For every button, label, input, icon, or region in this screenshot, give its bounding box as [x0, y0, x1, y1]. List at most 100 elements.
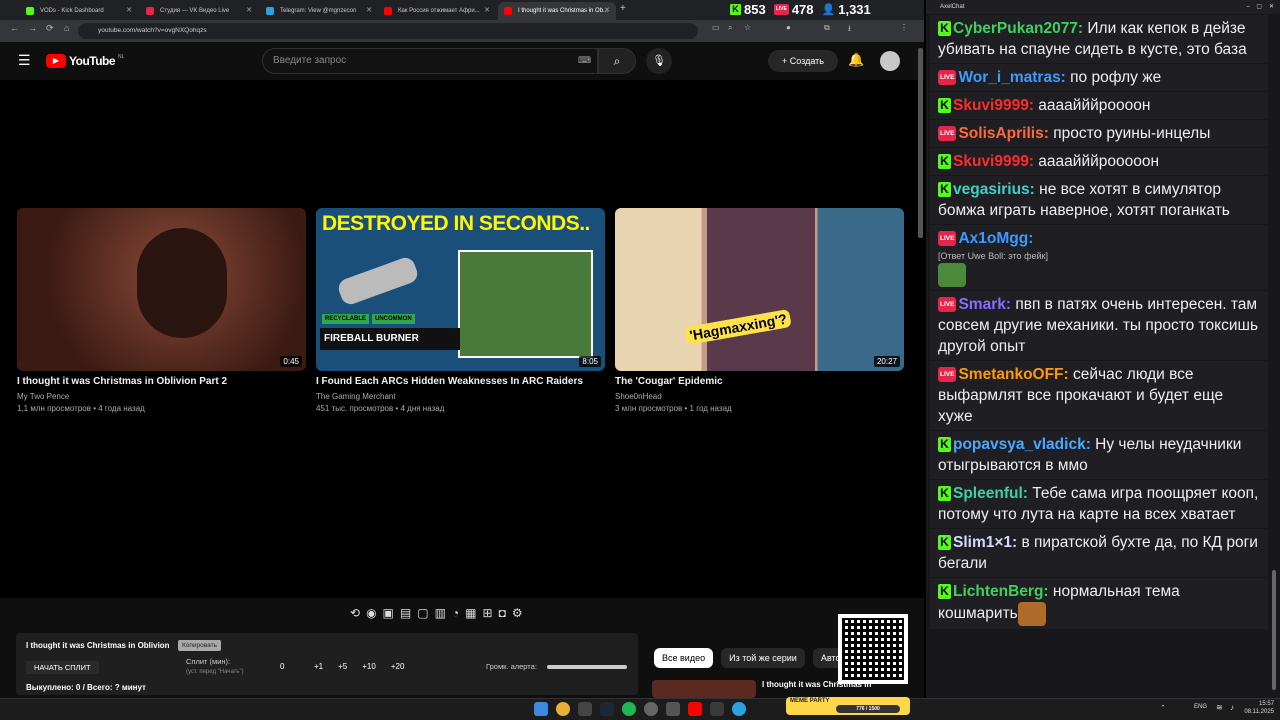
kick-source-icon: K [938, 154, 951, 170]
emote-icon [938, 263, 966, 287]
spotify-icon[interactable] [622, 702, 636, 716]
app-icon[interactable] [666, 702, 680, 716]
chat-username[interactable]: Ax1oMgg: [958, 230, 1033, 247]
home-icon[interactable]: ⌂ [64, 23, 69, 33]
new-tab-button[interactable]: + [620, 3, 626, 14]
video-meta: 451 тыс. просмотров • 4 дня назад [316, 404, 445, 413]
video-channel[interactable]: My Two Pence [17, 392, 69, 401]
chat-username[interactable]: Spleenful: [953, 485, 1028, 502]
close-tab-icon[interactable]: ✕ [126, 2, 132, 20]
youtube-icon[interactable] [688, 702, 702, 716]
telegram-icon[interactable] [732, 702, 746, 716]
settings-gear-icon[interactable]: ⚙ [512, 606, 523, 624]
tray-chevron-icon[interactable]: ⌃ [1160, 704, 1166, 712]
video-title[interactable]: I thought it was Christmas in Oblivion P… [17, 376, 227, 387]
extensions-puzzle-icon[interactable]: ⧉ [824, 23, 830, 33]
increment-20-button[interactable]: +20 [391, 662, 405, 671]
menu-kebab-icon[interactable]: ⋮ [900, 23, 908, 32]
increment-10-button[interactable]: +10 [362, 662, 376, 671]
app-icon[interactable] [578, 702, 592, 716]
video-title[interactable]: I Found Each ARCs Hidden Weaknesses In A… [316, 376, 583, 387]
chat-scrollbar[interactable] [1272, 570, 1276, 690]
chat-username[interactable]: vegasirius: [953, 181, 1035, 198]
voice-search-button[interactable]: 🎙 [646, 48, 672, 74]
chat-username[interactable]: Slim1×1: [953, 534, 1017, 551]
video-thumbnail-3[interactable]: 'Hagmaxxing'? 20:27 [615, 208, 904, 371]
increment-5-button[interactable]: +5 [338, 662, 347, 671]
download-icon[interactable]: ⭳ [848, 23, 851, 37]
copy-button[interactable]: Копировать [178, 640, 221, 651]
speed-icon[interactable]: ◔ [452, 606, 459, 624]
video-thumbnail-2[interactable]: DESTROYED IN SECONDS.. RECYCLABLE UNCOMM… [316, 208, 605, 371]
alert-volume-slider[interactable] [547, 665, 627, 669]
notifications-bell-icon[interactable]: 🔔 [848, 52, 864, 68]
chrome-icon[interactable] [556, 702, 570, 716]
chat-username[interactable]: Wor_i_matras: [958, 69, 1065, 86]
language-indicator[interactable]: ENG [1194, 704, 1207, 710]
chip-all-videos[interactable]: Все видео [654, 648, 714, 668]
hamburger-menu-icon[interactable]: ☰ [18, 52, 31, 69]
cast-icon[interactable]: ▭ [712, 23, 720, 32]
chat-username[interactable]: SmetankoOFF: [958, 366, 1068, 383]
back-icon[interactable]: ← [10, 23, 19, 33]
forward-icon[interactable]: → [28, 23, 37, 33]
bookmark-star-icon[interactable]: ☆ [744, 23, 751, 32]
chat-username[interactable]: CyberPukan2077: [953, 20, 1083, 37]
volume-icon[interactable]: ♪ [1230, 703, 1234, 712]
obs-icon[interactable] [644, 702, 658, 716]
add-icon[interactable]: ⊞ [483, 606, 493, 624]
split-value[interactable]: 0 [280, 662, 284, 671]
audio-icon[interactable]: ◉ [366, 606, 376, 624]
clip-icon[interactable]: ▤ [400, 606, 411, 624]
chat-username[interactable]: SolisAprilis: [958, 125, 1048, 142]
zoom-icon[interactable]: ⌕ [728, 23, 732, 33]
search-input[interactable]: Введите запрос [262, 48, 598, 74]
subtitles-icon[interactable]: ▥ [435, 606, 446, 624]
reload-icon[interactable]: ⟳ [46, 23, 54, 34]
minimize-icon[interactable]: – [1247, 0, 1250, 14]
avatar[interactable] [880, 51, 900, 71]
start-split-button[interactable]: НАЧАТЬ СПЛИТ [26, 661, 99, 674]
youtube-logo[interactable]: ▶ YouTube NL [46, 54, 124, 68]
url-field[interactable]: youtube.com/watch?v=ovgNXQohqzs [78, 23, 698, 39]
tab-telegram[interactable]: Telegram: View @mgnzecon ✕ [260, 2, 378, 20]
close-tab-icon[interactable]: ✕ [604, 2, 610, 20]
steam-icon[interactable] [600, 702, 614, 716]
chat-username[interactable]: LichtenBerg: [953, 583, 1049, 600]
clock[interactable]: 15:57 08.11.2025 [1240, 700, 1274, 716]
start-windows-icon[interactable] [534, 702, 548, 716]
extension-icon[interactable]: ● [786, 23, 791, 32]
tab-vk-studio[interactable]: Студия — VK Видео Live ✕ [140, 2, 258, 20]
wifi-icon[interactable]: ≋ [1216, 703, 1223, 712]
search-button[interactable]: ⌕ [598, 48, 636, 74]
video-channel[interactable]: Shoe0nHead [615, 392, 662, 401]
tab-youtube-africa[interactable]: Как Россия отжимает Афри... ✕ [378, 2, 496, 20]
close-tab-icon[interactable]: ✕ [246, 2, 252, 20]
chip-same-series[interactable]: Из той же серии [721, 648, 805, 668]
app-icon[interactable] [710, 702, 724, 716]
chat-username[interactable]: popavsya_vladick: [953, 436, 1091, 453]
video-channel[interactable]: The Gaming Merchant [316, 392, 396, 401]
chat-username[interactable]: Skuvi9999: [953, 153, 1034, 170]
tab-kick-vods[interactable]: VODs - Kick Dashboard ✕ [20, 2, 138, 20]
loop-icon[interactable]: ⟲ [350, 606, 360, 624]
next-video-thumbnail[interactable] [652, 680, 756, 698]
theater-icon[interactable]: ▣ [383, 606, 394, 624]
screenshot-icon[interactable]: ◘ [499, 606, 506, 624]
chat-username[interactable]: Smark: [958, 296, 1011, 313]
page-scrollbar[interactable] [918, 48, 923, 238]
close-icon[interactable]: ✕ [1269, 0, 1274, 14]
chat-message-list[interactable]: K CyberPukan2077: Или как кепок в дейзе у… [930, 14, 1268, 698]
video-title[interactable]: The 'Cougar' Epidemic [615, 376, 723, 387]
close-tab-icon[interactable]: ✕ [366, 2, 372, 20]
pip-icon[interactable]: ▢ [417, 606, 428, 624]
video-icon[interactable]: ▦ [465, 606, 476, 624]
tab-youtube-active[interactable]: I thought it was Christmas in Ob... ✕ [498, 2, 616, 20]
video-thumbnail-1[interactable]: 0:45 [17, 208, 306, 371]
close-tab-icon[interactable]: ✕ [484, 2, 490, 20]
chat-username[interactable]: Skuvi9999: [953, 97, 1034, 114]
keyboard-icon[interactable]: ⌨ [578, 55, 591, 66]
create-button[interactable]: + Создать [768, 50, 838, 72]
increment-1-button[interactable]: +1 [314, 662, 323, 671]
maximize-icon[interactable]: ▢ [1256, 0, 1262, 14]
